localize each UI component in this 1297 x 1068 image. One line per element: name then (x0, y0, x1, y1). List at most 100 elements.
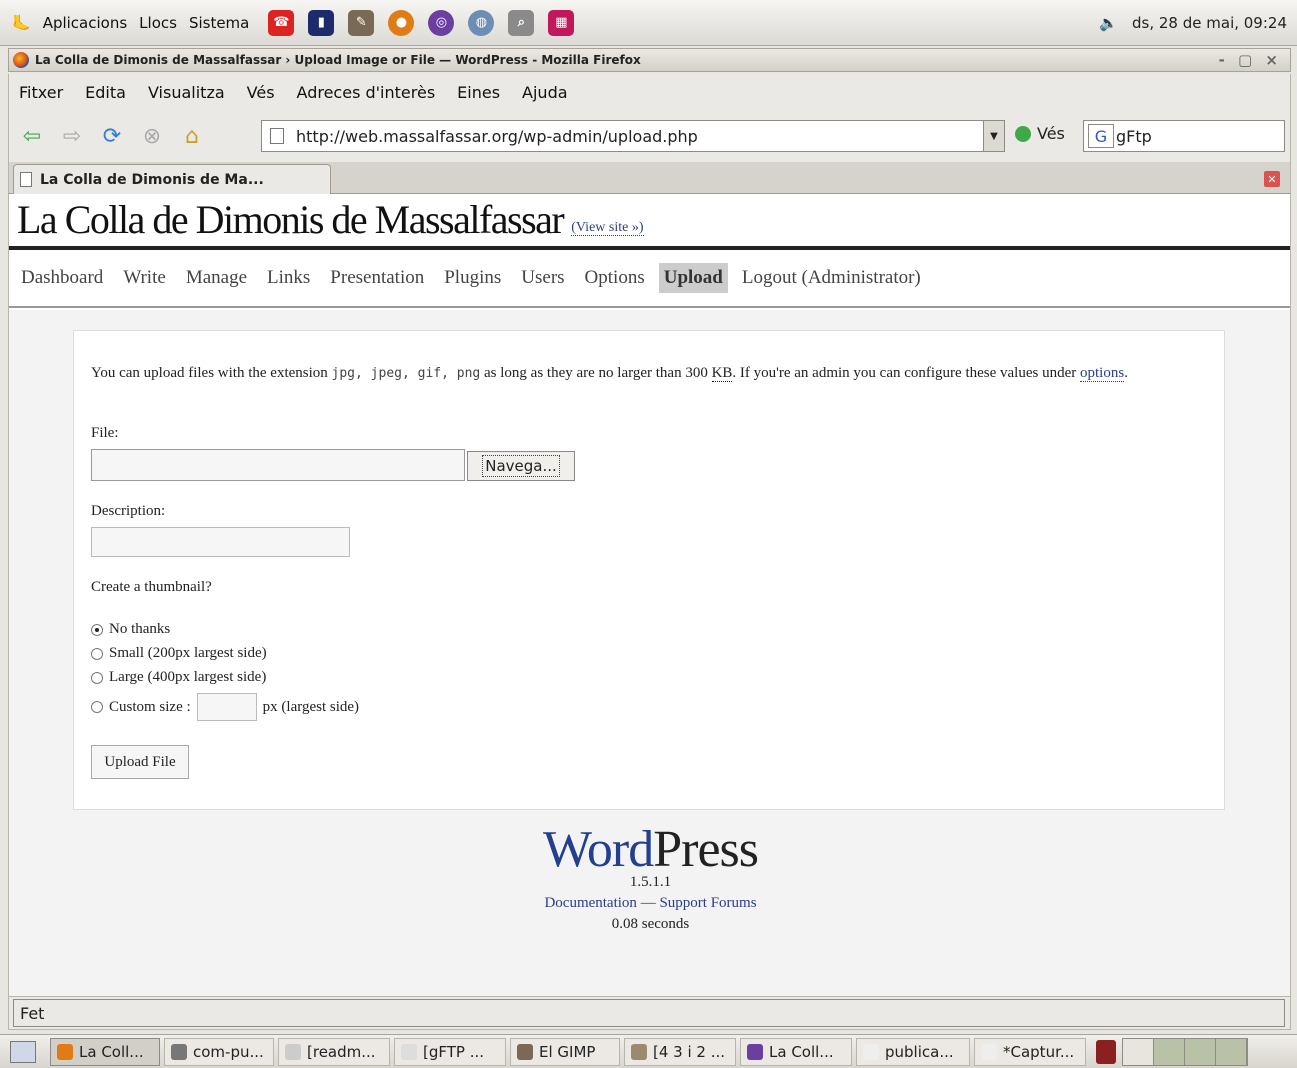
thumb-option-custom[interactable]: Custom size : px (largest side) (91, 693, 359, 721)
search-icon[interactable]: ⌕ (508, 9, 535, 36)
task-gftp[interactable]: [gFTP ... (394, 1037, 506, 1066)
url-text[interactable]: http://web.massalfassar.org/wp-admin/upl… (296, 127, 698, 146)
task-gimp[interactable]: El GIMP (510, 1037, 620, 1066)
show-desktop-icon[interactable] (10, 1040, 36, 1063)
gimp-icon (517, 1043, 533, 1060)
gftp-icon[interactable]: ◎ (428, 9, 455, 36)
taskbar: La Coll... com-pu... [readm... [gFTP ...… (0, 1034, 1297, 1068)
task-la-coll-2[interactable]: La Coll... (740, 1037, 852, 1066)
nav-logout[interactable]: Logout (Administrator) (742, 263, 921, 293)
browse-button[interactable]: Navega... (467, 451, 575, 481)
top-panel: 🦶 Aplicacions Llocs Sistema ☎ ▮ ✎ ● ◎ ◍ … (0, 0, 1297, 46)
description-input[interactable] (91, 527, 350, 557)
stop-icon[interactable]: ⊗ (137, 121, 167, 151)
radio-label: Custom size : (109, 698, 191, 715)
menu-view[interactable]: Visualitza (148, 83, 225, 102)
wordpress-logo[interactable]: WordPress (9, 821, 1290, 878)
workspace-2[interactable] (1154, 1038, 1185, 1065)
home-icon[interactable]: ⌂ (177, 121, 207, 151)
documentation-link[interactable]: Documentation (544, 895, 636, 911)
menu-edit[interactable]: Edita (85, 83, 126, 102)
menu-bookmarks[interactable]: Adreces d'interès (297, 83, 436, 102)
menu-system[interactable]: Sistema (189, 14, 249, 32)
task-label: La Coll... (769, 1042, 834, 1061)
view-site-text[interactable]: (View site ») (571, 220, 644, 236)
task-firefox[interactable]: La Coll... (50, 1037, 160, 1066)
task-readme[interactable]: [readm... (278, 1037, 390, 1066)
firefox-icon[interactable]: ● (388, 9, 415, 36)
document-icon (863, 1043, 879, 1060)
thumb-option-none[interactable]: No thanks (91, 621, 170, 638)
nav-manage[interactable]: Manage (186, 263, 247, 293)
terminal-icon (171, 1043, 187, 1060)
volume-icon[interactable]: 🔈 (1099, 14, 1118, 32)
workspace-1[interactable] (1123, 1038, 1154, 1065)
thumb-option-large[interactable]: Large (400px largest side) (91, 669, 266, 686)
custom-size-input[interactable] (196, 693, 257, 721)
radio-large[interactable] (91, 671, 103, 684)
radio-small[interactable] (91, 647, 103, 660)
search-bar[interactable]: G gFtp (1083, 120, 1285, 152)
menu-tools[interactable]: Eines (457, 83, 500, 102)
task-label: [4 3 i 2 ... (653, 1042, 726, 1061)
back-icon[interactable]: ⇦ (17, 121, 47, 151)
nav-dashboard[interactable]: Dashboard (21, 263, 103, 293)
nav-presentation[interactable]: Presentation (330, 263, 424, 293)
gimp-icon[interactable]: ✎ (348, 9, 375, 36)
network-icon[interactable]: ◍ (468, 9, 495, 36)
logo-word: Word (542, 821, 654, 878)
gnome-foot-icon[interactable]: 🦶 (12, 14, 31, 32)
google-icon[interactable]: G (1088, 124, 1114, 148)
menu-file[interactable]: Fitxer (19, 83, 63, 102)
task-captur[interactable]: *Captur... (974, 1037, 1086, 1066)
radio-custom[interactable] (91, 701, 103, 713)
calendar-icon[interactable]: ▦ (548, 9, 575, 36)
custom-size-suffix: px (largest side) (262, 698, 360, 715)
view-site-link[interactable]: (View site ») (571, 220, 644, 236)
tab-active[interactable]: La Colla de Dimonis de Ma... (13, 164, 331, 194)
clock[interactable]: ds, 28 de mai, 09:24 (1132, 14, 1287, 32)
radio-no-thanks[interactable] (91, 623, 103, 636)
chevron-down-icon[interactable]: ▼ (983, 120, 1005, 152)
options-link[interactable]: options (1080, 365, 1125, 382)
menu-applications[interactable]: Aplicacions (43, 14, 127, 32)
menu-go[interactable]: Vés (247, 83, 275, 102)
close-tab-icon[interactable]: ✕ (1264, 171, 1280, 187)
page-icon (20, 172, 32, 187)
nav-plugins[interactable]: Plugins (444, 263, 501, 293)
reload-icon[interactable]: ⟳ (97, 121, 127, 151)
go-button[interactable]: Vés (1015, 124, 1065, 143)
footer-links: Documentation — Support Forums (9, 895, 1290, 912)
support-forums-link[interactable]: Support Forums (659, 895, 756, 911)
nav-options[interactable]: Options (585, 263, 645, 293)
upload-file-button[interactable]: Upload File (91, 745, 189, 779)
menu-places[interactable]: Llocs (139, 14, 177, 32)
workspace-switcher[interactable] (1122, 1037, 1248, 1066)
tab-strip: La Colla de Dimonis de Ma... ✕ (8, 162, 1291, 194)
workspace-4[interactable] (1216, 1038, 1247, 1065)
window-title: La Colla de Dimonis de Massalfassar › Up… (35, 53, 641, 67)
trash-icon[interactable] (1096, 1039, 1116, 1064)
window-controls[interactable]: - ▢ × (1219, 51, 1282, 69)
workspace-3[interactable] (1185, 1038, 1216, 1065)
wp-version: 1.5.1.1 (629, 874, 672, 890)
upload-form: You can upload files with the extension … (73, 330, 1225, 810)
task-4-3-i-2[interactable]: [4 3 i 2 ... (624, 1037, 736, 1066)
task-compu[interactable]: com-pu... (164, 1037, 274, 1066)
thumb-option-small[interactable]: Small (200px largest side) (91, 645, 267, 662)
nav-write[interactable]: Write (123, 263, 166, 293)
terminal-icon[interactable]: ▮ (308, 9, 335, 36)
url-bar[interactable]: http://web.massalfassar.org/wp-admin/upl… (261, 120, 1005, 152)
nav-links[interactable]: Links (267, 263, 310, 293)
menu-help[interactable]: Ajuda (522, 83, 568, 102)
page-icon (270, 128, 284, 144)
forward-icon[interactable]: ⇨ (57, 121, 87, 151)
firefox-icon (57, 1043, 73, 1060)
radio-label: No thanks (109, 621, 171, 637)
search-value[interactable]: gFtp (1116, 127, 1152, 146)
file-input[interactable] (91, 449, 465, 481)
nav-users[interactable]: Users (521, 263, 564, 293)
nav-upload[interactable]: Upload (658, 263, 728, 293)
task-publica[interactable]: publica... (856, 1037, 970, 1066)
phone-icon[interactable]: ☎ (268, 9, 295, 36)
